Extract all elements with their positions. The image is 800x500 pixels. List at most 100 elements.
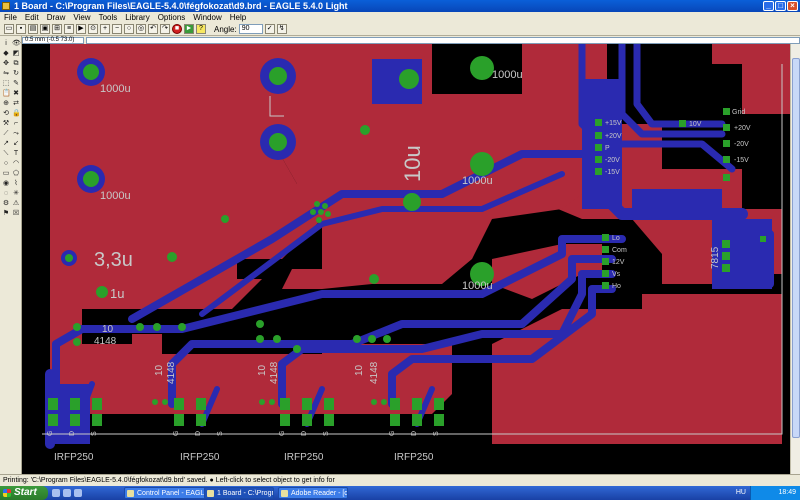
label-cap-1000u-e: 1000u xyxy=(462,280,493,292)
desktop-icon[interactable] xyxy=(52,489,60,497)
label-res-10-c: 10 xyxy=(257,364,268,376)
label-conn-10v: 10V xyxy=(689,121,702,128)
smash-icon[interactable]: ⚒ xyxy=(2,120,10,128)
pinswap-icon[interactable]: ⇄ xyxy=(12,100,20,108)
stop-icon[interactable]: ■ xyxy=(172,24,182,34)
delete-icon[interactable]: ✖ xyxy=(12,90,20,98)
quick-launch xyxy=(52,489,82,497)
command-input[interactable] xyxy=(86,36,800,44)
menu-view[interactable]: View xyxy=(73,12,90,23)
maximize-button[interactable]: □ xyxy=(775,1,786,11)
rect-icon[interactable]: ▭ xyxy=(2,170,10,178)
show-icon[interactable]: 👁 xyxy=(12,40,21,48)
drc-icon[interactable]: ✓ xyxy=(264,24,275,34)
lock-icon[interactable]: 🔒 xyxy=(12,110,21,118)
label-diode-4148-c: 4148 xyxy=(269,361,280,384)
undo-icon[interactable]: ↶ xyxy=(148,24,158,34)
scrollbar-thumb[interactable] xyxy=(792,58,800,438)
signal-icon[interactable]: ⌇ xyxy=(12,180,20,188)
board-canvas[interactable]: 1000u 1000u 1000u 1000u 1000u 10u 3,3u 1… xyxy=(22,44,790,474)
wire-icon[interactable]: ⟍ xyxy=(2,150,10,158)
redo-icon[interactable]: ↷ xyxy=(160,24,170,34)
optimize-icon[interactable]: ⤳ xyxy=(12,130,20,138)
save-icon[interactable]: ▪ xyxy=(16,24,26,34)
menu-file[interactable]: File xyxy=(4,12,17,23)
pad-350b xyxy=(369,274,379,284)
run-icon[interactable]: ▶ xyxy=(76,24,86,34)
print-icon[interactable]: ▤ xyxy=(28,24,38,34)
group-icon[interactable]: ⬚ xyxy=(2,80,10,88)
task-adobe-reader[interactable]: Adobe Reader - [dat... xyxy=(278,487,348,499)
menu-options[interactable]: Options xyxy=(158,12,186,23)
open-icon[interactable]: ▭ xyxy=(4,24,14,34)
help-icon[interactable]: ? xyxy=(196,24,206,34)
minimize-button[interactable]: _ xyxy=(763,1,774,11)
miter-icon[interactable]: ⌐ xyxy=(12,120,20,128)
menu-edit[interactable]: Edit xyxy=(25,12,39,23)
mark-icon[interactable]: ◩ xyxy=(12,50,20,58)
script-icon[interactable]: ≡ xyxy=(64,24,74,34)
menu-help[interactable]: Help xyxy=(230,12,246,23)
angle-select[interactable]: 90 xyxy=(238,24,263,34)
split-icon[interactable]: ⟋ xyxy=(2,130,10,138)
arc-icon[interactable]: ◠ xyxy=(12,160,20,168)
hole-icon[interactable]: ◌ xyxy=(2,190,10,198)
paste-icon[interactable]: 📋 xyxy=(2,90,11,98)
close-button[interactable]: × xyxy=(787,1,798,11)
window-controls: _ □ × xyxy=(763,1,798,11)
label-pin-g1: G xyxy=(47,431,54,436)
drc-check-icon[interactable]: ⚑ xyxy=(2,210,10,218)
label-conn-com: Com xyxy=(612,247,627,254)
change-icon[interactable]: ✎ xyxy=(12,80,20,88)
rotate-icon[interactable]: ↻ xyxy=(12,70,20,78)
menu-tools[interactable]: Tools xyxy=(99,12,118,23)
pad-1u xyxy=(96,286,108,298)
via-icon[interactable]: ◉ xyxy=(2,180,10,188)
circle-icon[interactable]: ○ xyxy=(2,160,10,168)
move-icon[interactable]: ✥ xyxy=(2,60,10,68)
add-icon[interactable]: ⊕ xyxy=(2,100,10,108)
label-conn-m20v: -20V xyxy=(605,157,620,164)
go-icon[interactable]: ► xyxy=(184,24,194,34)
polygon-icon[interactable]: ⬠ xyxy=(12,170,20,178)
ratsnest-icon[interactable]: ✳ xyxy=(12,190,20,198)
task-eagle-board[interactable]: 1 Board - C:\Program ... xyxy=(204,487,274,499)
replace-icon[interactable]: ⟲ xyxy=(2,110,10,118)
zoom-in-icon[interactable]: + xyxy=(100,24,110,34)
label-res-10-a: 10 xyxy=(102,324,114,335)
schematic-icon[interactable]: ⊞ xyxy=(52,24,62,34)
zoom-redraw-icon[interactable]: ○ xyxy=(124,24,134,34)
zoom-select-icon[interactable]: ◎ xyxy=(136,24,146,34)
cam-icon[interactable]: ▣ xyxy=(40,24,50,34)
zoom-out-icon[interactable]: − xyxy=(112,24,122,34)
menu-draw[interactable]: Draw xyxy=(47,12,66,23)
label-cap-1000u-a: 1000u xyxy=(100,83,131,95)
auto-icon[interactable]: ⚙ xyxy=(2,200,10,208)
label-conn-lo: Lo xyxy=(612,235,620,242)
zoom-fit-icon[interactable]: ⊙ xyxy=(88,24,98,34)
copy-icon[interactable]: ⧉ xyxy=(12,60,20,68)
label-cap-1u: 1u xyxy=(110,286,124,301)
title-bar[interactable]: 1 Board - C:\Program Files\EAGLE-5.4.0\f… xyxy=(0,0,800,12)
menu-window[interactable]: Window xyxy=(193,12,221,23)
erc-check-icon[interactable]: ⚠ xyxy=(12,200,20,208)
route-icon[interactable]: ↗ xyxy=(2,140,10,148)
mirror-icon[interactable]: ⇋ xyxy=(2,70,10,78)
media-icon[interactable] xyxy=(74,489,82,497)
clock[interactable]: 18:49 xyxy=(778,489,796,496)
label-conn-m15v: -15V xyxy=(605,169,620,176)
start-button[interactable]: Start xyxy=(0,486,48,500)
label-pin-d1: D xyxy=(69,431,76,436)
menu-library[interactable]: Library xyxy=(125,12,149,23)
copper-block-right-lower xyxy=(632,189,722,209)
erc-icon[interactable]: ↯ xyxy=(276,24,287,34)
info-icon[interactable]: i xyxy=(2,40,10,48)
language-indicator[interactable]: HU xyxy=(736,486,746,500)
eagle-app-icon xyxy=(2,2,10,10)
ripup-icon[interactable]: ↙ xyxy=(12,140,20,148)
errors-icon[interactable]: ☒ xyxy=(12,210,20,218)
vertical-scrollbar[interactable] xyxy=(790,44,800,474)
browser-icon[interactable] xyxy=(63,489,71,497)
display-icon[interactable]: ◆ xyxy=(2,50,10,58)
text-icon[interactable]: T xyxy=(12,150,20,158)
